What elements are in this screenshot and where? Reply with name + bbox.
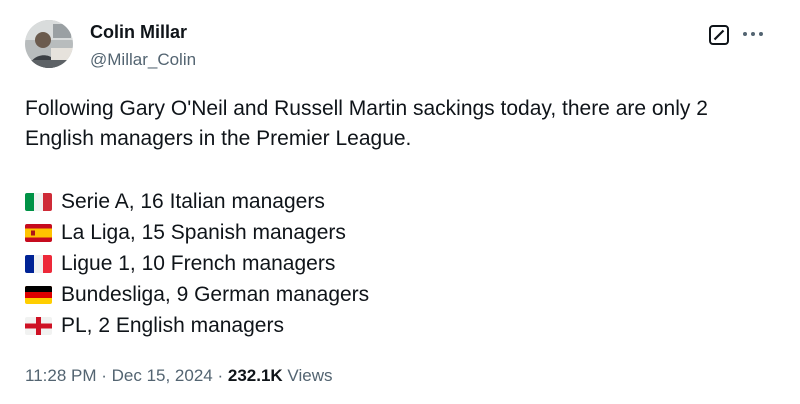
- avatar[interactable]: [25, 20, 73, 68]
- list-item-text: Ligue 1, 10 French managers: [61, 251, 336, 275]
- germany-flag-icon: [25, 285, 52, 304]
- list-item: PL, 2 English managers: [25, 310, 765, 341]
- author-handle[interactable]: @Millar_Colin: [90, 50, 196, 70]
- list-item: Bundesliga, 9 German managers: [25, 279, 765, 310]
- views-label: Views: [282, 366, 333, 385]
- meta-separator: ·: [96, 366, 112, 385]
- more-icon[interactable]: [740, 22, 766, 46]
- list-item: Ligue 1, 10 French managers: [25, 248, 765, 279]
- england-flag-icon: [25, 316, 52, 335]
- meta-separator: ·: [212, 366, 228, 385]
- list-item: Serie A, 16 Italian managers: [25, 186, 765, 217]
- italy-flag-icon: [25, 192, 52, 211]
- tweet-time[interactable]: 11:28 PM: [25, 366, 97, 385]
- list-item: La Liga, 15 Spanish managers: [25, 217, 765, 248]
- author-name[interactable]: Colin Millar: [90, 22, 187, 43]
- tweet-meta: 11:28 PM · Dec 15, 2024 · 232.1K Views: [25, 366, 332, 386]
- grok-icon[interactable]: [708, 24, 730, 46]
- list-item-text: PL, 2 English managers: [61, 313, 284, 337]
- france-flag-icon: [25, 254, 52, 273]
- tweet-text: Following Gary O'Neil and Russell Martin…: [25, 97, 708, 150]
- spain-flag-icon: [25, 223, 52, 242]
- list-item-text: Serie A, 16 Italian managers: [61, 189, 325, 213]
- views-count: 232.1K: [227, 366, 283, 385]
- list-item-text: Bundesliga, 9 German managers: [61, 282, 370, 306]
- tweet-date[interactable]: Dec 15, 2024: [112, 366, 213, 385]
- tweet-text-container: Following Gary O'Neil and Russell Martin…: [25, 94, 780, 154]
- tweet-card: Colin Millar @Millar_Colin Following Gar…: [0, 0, 800, 404]
- manager-list: Serie A, 16 Italian managers La Liga, 15…: [25, 186, 765, 341]
- list-item-text: La Liga, 15 Spanish managers: [61, 220, 346, 244]
